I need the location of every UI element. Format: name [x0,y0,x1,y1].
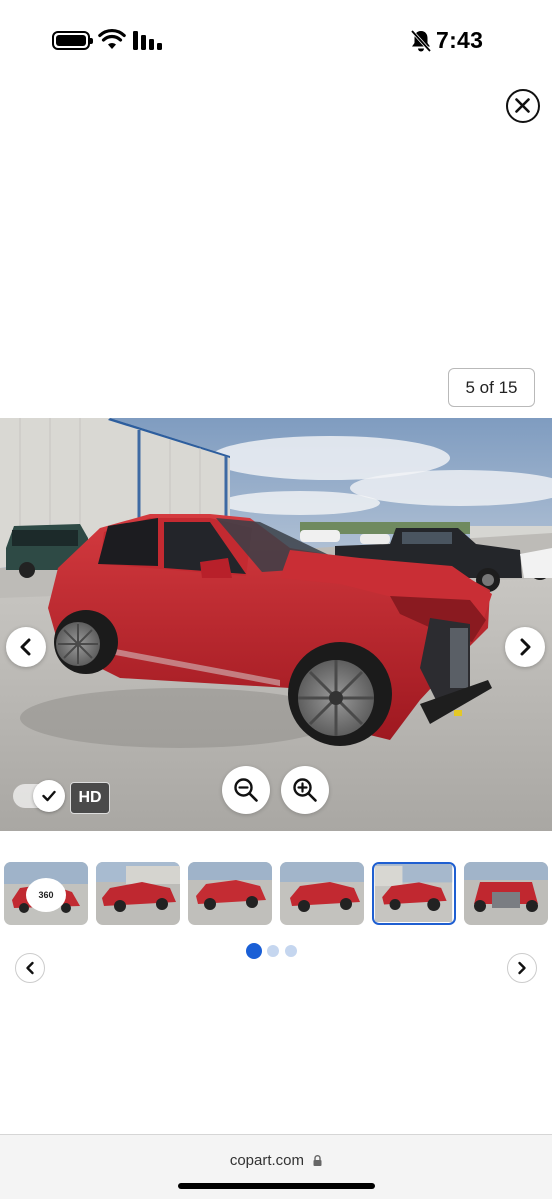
thumbnail-5-active[interactable] [372,862,456,925]
close-button[interactable] [506,89,540,123]
zoom-in-button[interactable] [281,766,329,814]
pagination-dot-3[interactable] [285,945,297,957]
360-view-icon: 360 [26,878,66,912]
lock-icon [313,1155,322,1166]
thumbnail-2[interactable] [96,862,180,925]
vehicle-photo [0,418,552,831]
zoom-out-icon [234,778,258,802]
pagination-dot-2[interactable] [267,945,279,957]
thumbnail-6[interactable] [464,862,548,925]
pagination-dots [246,943,302,959]
chevron-left-icon [26,961,34,975]
zoom-in-icon [293,778,317,802]
signal-icon [133,31,162,50]
checkmark-icon [42,790,56,802]
thumbnails-next-button[interactable] [507,953,537,983]
close-icon [515,98,530,113]
url-domain: copart.com [229,1152,305,1169]
next-image-button[interactable] [505,627,545,667]
clock-time: 7:43 [436,27,484,53]
thumbnail-4[interactable] [280,862,364,925]
thumbnail-3[interactable] [188,862,272,925]
image-counter: 5 of 15 [448,368,535,407]
bell-off-icon [410,29,432,53]
hd-toggle[interactable] [13,780,65,812]
chevron-left-icon [20,638,31,656]
toggle-knob [33,780,65,812]
hd-badge[interactable]: HD [70,782,110,814]
chevron-right-icon [520,638,531,656]
pagination-dot-1-active[interactable] [246,943,262,959]
status-bar: 7:43 [0,0,552,82]
thumbnails-previous-button[interactable] [15,953,45,983]
zoom-out-button[interactable] [222,766,270,814]
browser-url-bar[interactable]: copart.com [0,1134,552,1199]
chevron-right-icon [518,961,526,975]
previous-image-button[interactable] [6,627,46,667]
home-indicator [178,1183,375,1189]
thumbnail-strip: 360 [4,862,552,926]
battery-icon [52,31,93,50]
360-label: 360 [38,890,54,900]
wifi-icon [98,28,126,49]
url-display[interactable]: copart.com [0,1152,552,1169]
thumbnail-1[interactable]: 360 [4,862,88,925]
main-vehicle-image[interactable] [0,418,552,831]
